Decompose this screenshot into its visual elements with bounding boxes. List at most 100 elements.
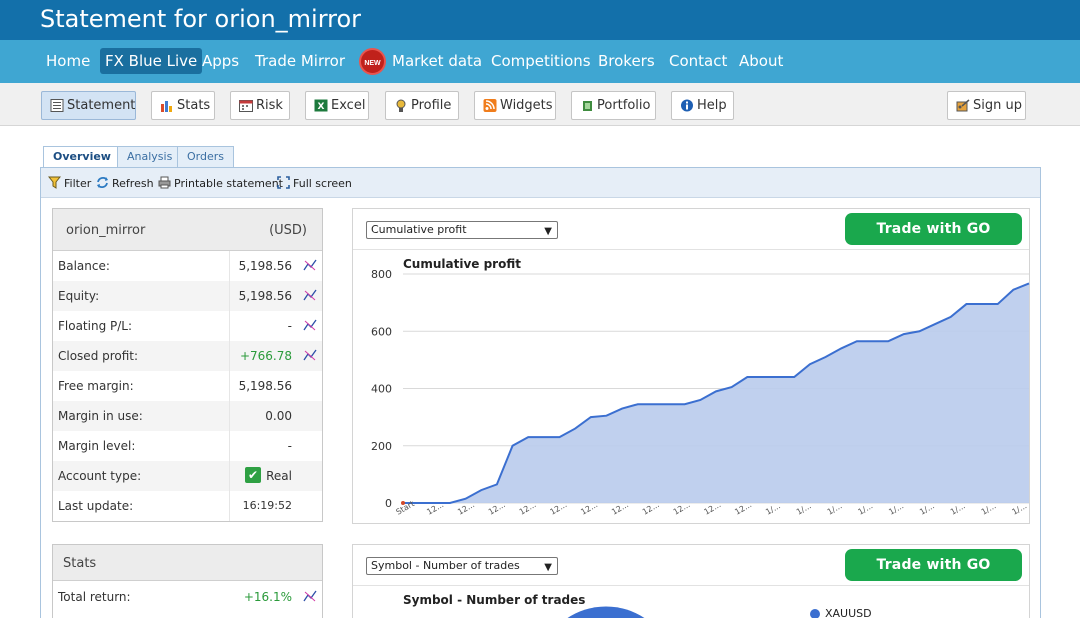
excel-button[interactable]: X Excel: [305, 91, 369, 120]
mini-chart-icon[interactable]: [303, 349, 317, 361]
tab-overview[interactable]: Overview: [43, 146, 121, 169]
row-divider: [229, 251, 230, 281]
y-tick-label: 200: [371, 440, 392, 453]
account-row-value: -: [287, 439, 292, 453]
account-row-value: 5,198.56: [238, 379, 292, 393]
account-row-label: Last update:: [58, 499, 134, 513]
account-row-label: Floating P/L:: [58, 319, 133, 333]
printable-statement-link[interactable]: Printable statement: [158, 176, 283, 190]
risk-button[interactable]: Risk: [230, 91, 290, 120]
nav-item-market-data[interactable]: Market data: [387, 48, 487, 74]
x-tick-label: 1/...: [826, 501, 844, 517]
account-row-value: Real: [266, 469, 292, 483]
stats-panel: Stats Total return: +16.1%: [52, 544, 323, 618]
info-icon: [681, 99, 693, 112]
calendar-icon: [239, 100, 253, 112]
nav-item-about[interactable]: About: [734, 48, 788, 74]
account-row-label: Free margin:: [58, 379, 134, 393]
x-tick-label: Start: [395, 499, 416, 517]
mini-chart-icon[interactable]: [303, 319, 317, 331]
statement-icon: [50, 99, 64, 112]
row-divider: [229, 281, 230, 311]
account-row: Floating P/L: -: [53, 311, 322, 341]
svg-text:X: X: [318, 102, 325, 112]
legend-label: XAUUSD: [825, 607, 872, 618]
account-row-label: Account type:: [58, 469, 142, 483]
portfolio-button[interactable]: Portfolio: [571, 91, 656, 120]
full-screen-label: Full screen: [293, 177, 352, 190]
stats-header: Stats: [53, 545, 322, 581]
stats-button[interactable]: Stats: [151, 91, 215, 120]
account-row: Account type: ✔ Real: [53, 461, 322, 491]
mini-chart-icon[interactable]: [303, 289, 317, 301]
symbol-trades-panel: Symbol - Number of trades ▼ Trade with G…: [352, 544, 1030, 618]
account-row-label: Margin level:: [58, 439, 136, 453]
x-tick-label: 1/...: [949, 501, 967, 517]
excel-icon: X: [314, 99, 328, 112]
row-divider: [229, 461, 230, 491]
account-row: Margin level: -: [53, 431, 322, 461]
widgets-button[interactable]: Widgets: [474, 91, 556, 120]
account-row-value: 5,198.56: [238, 259, 292, 273]
help-label: Help: [697, 98, 727, 113]
nav-item-trade-mirror[interactable]: Trade Mirror: [250, 48, 350, 74]
sign-up-icon: [956, 99, 970, 112]
x-tick-label: 1/...: [857, 501, 875, 517]
account-row-label: Balance:: [58, 259, 110, 273]
x-tick-label: 1/...: [887, 501, 905, 517]
profile-icon: [396, 99, 406, 112]
nav-item-home[interactable]: Home: [41, 48, 95, 74]
y-tick-label: 400: [371, 383, 392, 396]
x-tick-label: 1/...: [795, 501, 813, 517]
tab-analysis[interactable]: Analysis: [117, 146, 183, 168]
filter-link[interactable]: Filter: [48, 176, 91, 190]
mini-chart-icon[interactable]: [303, 590, 317, 602]
statement-button[interactable]: Statement: [41, 91, 136, 120]
account-row: Closed profit: +766.78: [53, 341, 322, 371]
y-tick-label: 0: [385, 497, 392, 510]
nav-item-contact[interactable]: Contact: [664, 48, 732, 74]
row-divider: [229, 371, 230, 401]
x-tick-label: 1/...: [764, 501, 782, 517]
help-button[interactable]: Help: [671, 91, 734, 120]
stats-row: Total return: +16.1%: [53, 582, 322, 612]
nav-item-apps[interactable]: Apps: [197, 48, 244, 74]
nav-item-brokers[interactable]: Brokers: [593, 48, 660, 74]
account-panel: orion_mirror (USD) Balance: 5,198.56 Equit…: [52, 208, 323, 522]
x-tick-label: 1/...: [918, 501, 936, 517]
bar-chart-icon: [161, 101, 172, 112]
sub-toolbar: Filter Refresh Printable statement Full …: [41, 168, 1040, 198]
x-tick-label: 1/...: [1011, 501, 1029, 517]
row-divider: [229, 311, 230, 341]
widgets-label: Widgets: [500, 98, 553, 113]
profit-area: [403, 283, 1029, 503]
account-row-value: 0.00: [265, 409, 292, 423]
stats-label: Stats: [177, 98, 211, 113]
refresh-icon: [97, 177, 108, 188]
nav-item-fx-blue-live[interactable]: FX Blue Live: [100, 48, 203, 74]
main-nav: Home FX Blue Live Apps Trade Mirror Mark…: [0, 40, 1080, 83]
account-row-value: +766.78: [239, 349, 292, 363]
account-row-label: Closed profit:: [58, 349, 139, 363]
rss-icon: [483, 99, 497, 112]
mini-chart-icon[interactable]: [303, 259, 317, 271]
refresh-link[interactable]: Refresh: [96, 177, 154, 190]
row-divider: [229, 491, 230, 521]
sign-up-button[interactable]: Sign up: [947, 91, 1026, 120]
account-row-label: Equity:: [58, 289, 100, 303]
pie-slice: [567, 606, 645, 618]
profile-label: Profile: [411, 98, 452, 113]
nav-item-competitions[interactable]: Competitions: [486, 48, 596, 74]
statement-label: Statement: [67, 98, 136, 113]
portfolio-icon: [583, 101, 592, 111]
tab-orders[interactable]: Orders: [177, 146, 234, 168]
profile-button[interactable]: Profile: [385, 91, 459, 120]
row-divider: [229, 431, 230, 461]
account-header: orion_mirror (USD): [53, 209, 322, 251]
filter-icon: [48, 176, 61, 189]
x-tick-label: 1/...: [980, 501, 998, 517]
sign-up-label: Sign up: [973, 98, 1022, 113]
full-screen-link[interactable]: Full screen: [277, 176, 352, 190]
printer-icon: [158, 176, 171, 189]
checkmark-icon: ✔: [245, 467, 261, 483]
